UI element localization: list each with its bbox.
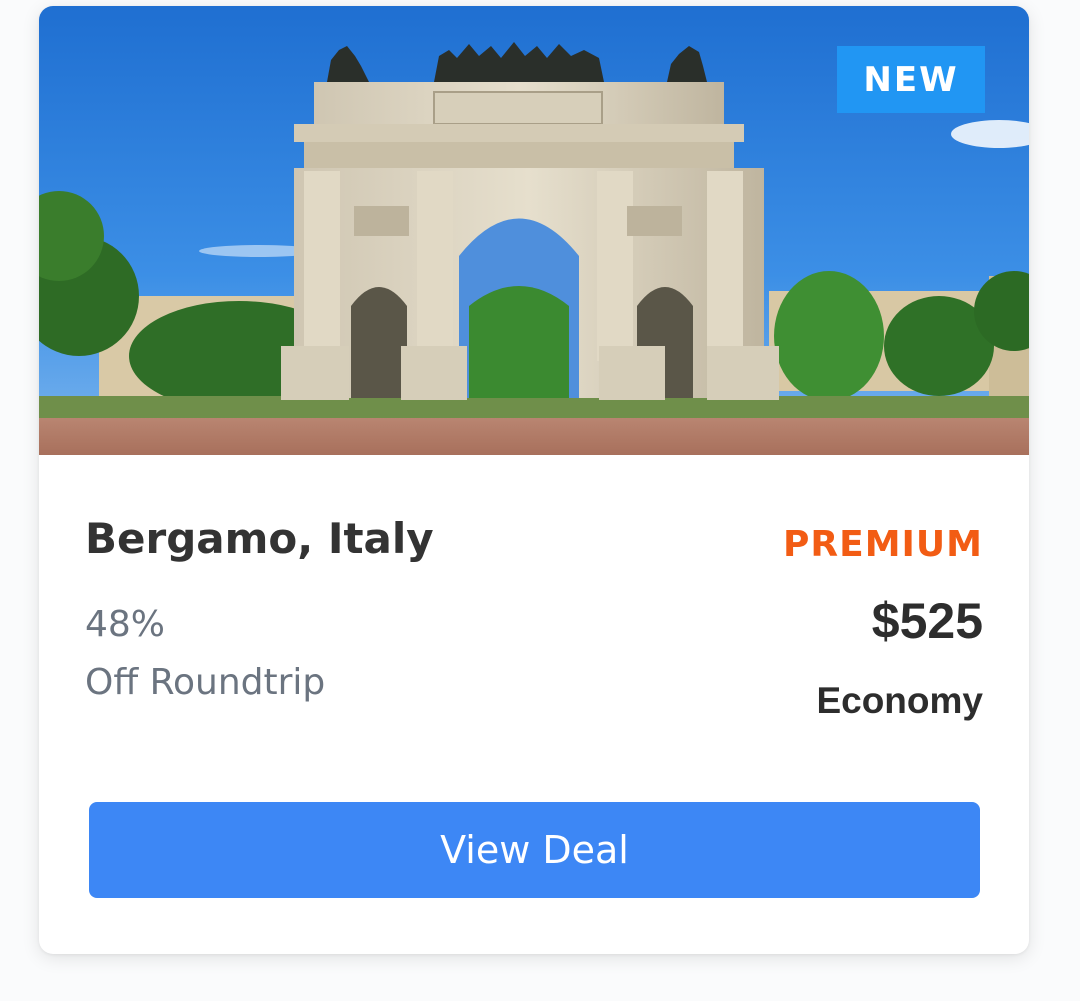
cabin-class: Economy	[816, 680, 983, 721]
new-badge: NEW	[837, 46, 985, 113]
deal-price: $525	[871, 593, 983, 649]
discount-info: 48% Off Roundtrip	[85, 596, 325, 712]
destination-title: Bergamo, Italy	[85, 514, 434, 563]
discount-percent: 48%	[85, 604, 166, 645]
view-deal-button[interactable]: View Deal	[89, 802, 980, 898]
destination-photo: NEW	[39, 6, 1029, 455]
fare-tier-label: PREMIUM	[783, 524, 983, 565]
discount-label: Off Roundtrip	[85, 662, 326, 703]
deal-card[interactable]: NEW Bergamo, Italy 48% Off Roundtrip PRE…	[39, 6, 1029, 954]
